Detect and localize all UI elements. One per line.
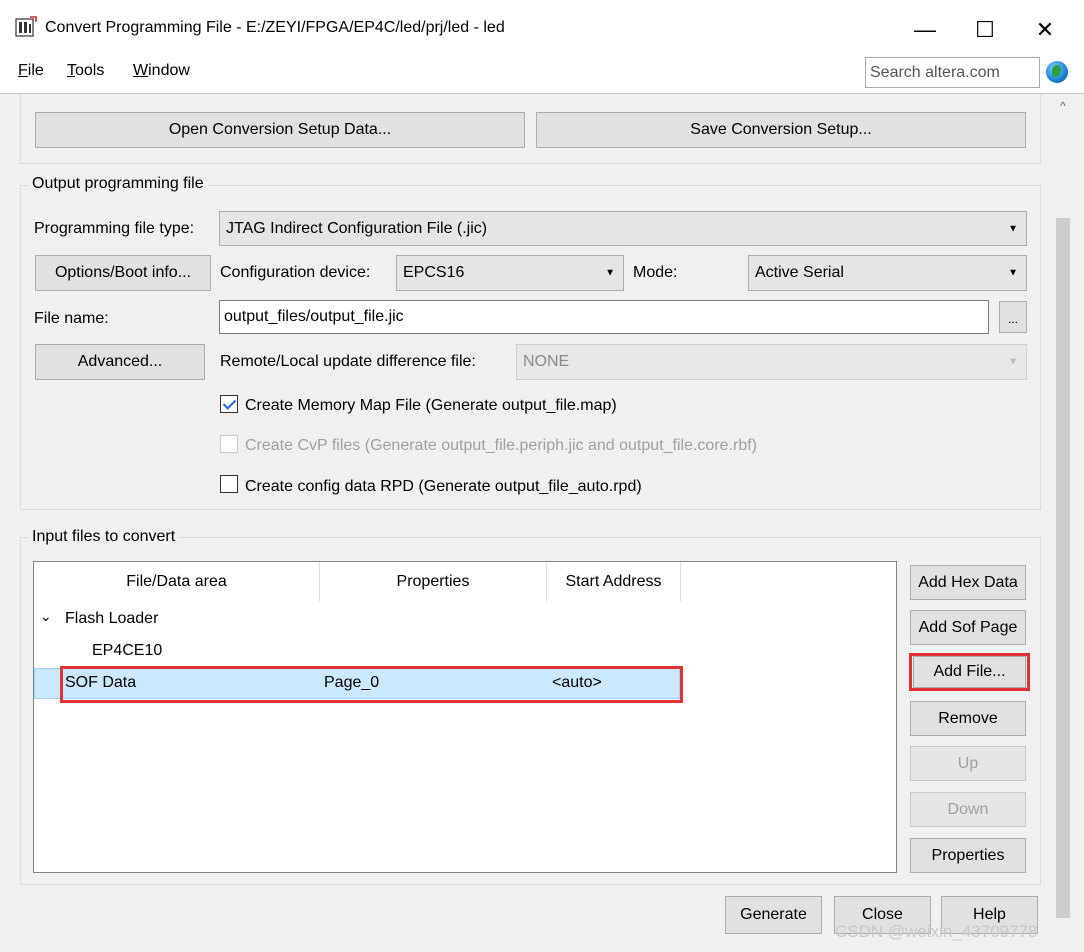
file-name-input[interactable]: output_files/output_file.jic	[219, 300, 989, 334]
menu-window[interactable]: Window	[133, 62, 190, 80]
remote-update-select[interactable]: NONE ▼	[516, 344, 1027, 380]
input-group-title: Input files to convert	[28, 528, 180, 546]
watermark-text: CSDN @weixin_43709778	[835, 922, 1038, 941]
globe-icon[interactable]	[1046, 61, 1068, 83]
file-type-value: JTAG Indirect Configuration File (.jic)	[226, 219, 488, 237]
mode-select[interactable]: Active Serial ▼	[748, 255, 1027, 291]
open-conversion-setup-button[interactable]: Open Conversion Setup Data...	[35, 112, 525, 148]
window-title: Convert Programming File - E:/ZEYI/FPGA/…	[45, 19, 505, 36]
highlight-box-sof-row	[60, 666, 683, 703]
input-files-tree[interactable]: File/Data area Properties Start Address …	[33, 561, 897, 873]
close-window-button[interactable]: ✕	[1020, 8, 1070, 52]
cvp-files-label: Create CvP files (Generate output_file.p…	[245, 437, 757, 454]
advanced-button[interactable]: Advanced...	[35, 344, 205, 380]
memory-map-label: Create Memory Map File (Generate output_…	[245, 397, 617, 414]
config-rpd-label: Create config data RPD (Generate output_…	[245, 478, 642, 495]
down-button[interactable]: Down	[910, 792, 1026, 827]
mode-value: Active Serial	[755, 264, 844, 281]
scroll-up-arrow-icon[interactable]: ^	[1052, 94, 1074, 118]
column-header-properties[interactable]: Properties	[320, 562, 547, 602]
tree-child-device[interactable]: EP4CE10	[92, 642, 162, 660]
file-name-label: File name:	[34, 310, 109, 327]
remote-update-value: NONE	[523, 353, 570, 370]
expand-chevron-icon[interactable]: ⌄	[40, 608, 52, 625]
chevron-down-icon: ▼	[1008, 356, 1018, 368]
memory-map-checkbox[interactable]	[220, 395, 238, 413]
chevron-down-icon: ▼	[1008, 223, 1018, 234]
chevron-down-icon: ▼	[605, 267, 615, 279]
config-device-value: EPCS16	[403, 264, 465, 281]
chevron-down-icon: ▼	[1008, 267, 1018, 279]
file-type-select[interactable]: JTAG Indirect Configuration File (.jic) …	[219, 211, 1027, 246]
highlight-box-add-file	[909, 653, 1030, 691]
generate-button[interactable]: Generate	[725, 896, 822, 934]
config-device-select[interactable]: EPCS16 ▼	[396, 255, 624, 291]
maximize-button[interactable]: ☐	[960, 8, 1010, 52]
remote-update-label: Remote/Local update difference file:	[220, 353, 476, 370]
save-conversion-setup-button[interactable]: Save Conversion Setup...	[536, 112, 1026, 148]
browse-button[interactable]: ...	[999, 301, 1027, 333]
minimize-button[interactable]: —	[900, 8, 950, 52]
up-button[interactable]: Up	[910, 746, 1026, 781]
config-rpd-checkbox[interactable]	[220, 475, 238, 493]
tree-root-flash-loader[interactable]: Flash Loader	[65, 610, 158, 628]
menu-tools[interactable]: Tools	[67, 62, 104, 80]
remove-button[interactable]: Remove	[910, 701, 1026, 736]
mode-label: Mode:	[633, 264, 678, 281]
config-device-label: Configuration device:	[220, 264, 371, 281]
properties-button[interactable]: Properties	[910, 838, 1026, 873]
search-input[interactable]: Search altera.com	[865, 57, 1040, 88]
file-type-label: Programming file type:	[34, 220, 195, 237]
menu-file[interactable]: File	[18, 62, 44, 80]
add-hex-data-button[interactable]: Add Hex Data	[910, 565, 1026, 600]
column-header-start-address[interactable]: Start Address	[547, 562, 681, 602]
output-group-title: Output programming file	[28, 175, 208, 193]
options-boot-info-button[interactable]: Options/Boot info...	[35, 255, 211, 291]
scrollbar-thumb[interactable]	[1056, 218, 1070, 918]
column-header-file-data-area[interactable]: File/Data area	[34, 562, 320, 602]
cvp-files-checkbox[interactable]	[220, 435, 238, 453]
app-icon	[15, 16, 37, 38]
add-sof-page-button[interactable]: Add Sof Page	[910, 610, 1026, 645]
